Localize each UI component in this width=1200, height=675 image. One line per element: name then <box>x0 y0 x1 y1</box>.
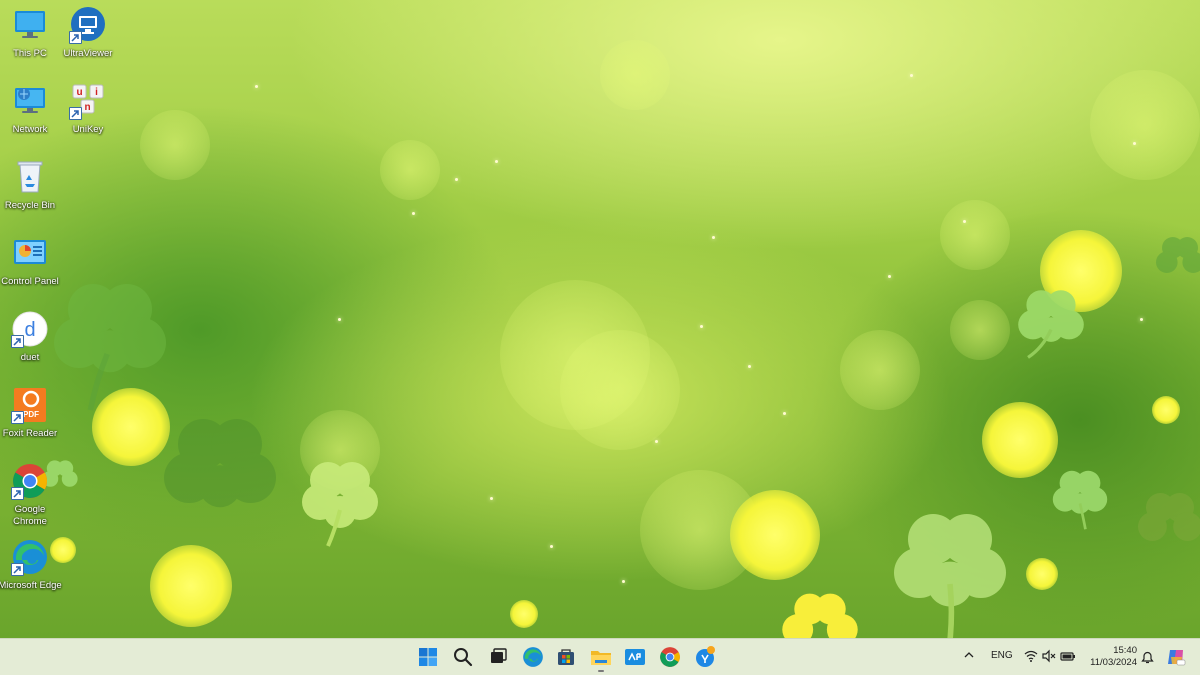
foxit-pdf-label: PDF <box>23 410 39 419</box>
task-view-icon <box>491 648 507 663</box>
microsoft-store-icon <box>558 649 574 665</box>
bell-icon <box>1141 651 1154 664</box>
desktop-icon-microsoft-edge[interactable]: Microsoft Edge <box>0 538 62 610</box>
clover-decoration <box>1018 290 1084 359</box>
desktop-icon-label: Recycle Bin <box>4 200 56 211</box>
unikey-letter-u: u <box>76 87 82 98</box>
volume-muted-icon <box>1042 649 1056 663</box>
shortcut-arrow-icon <box>11 411 24 424</box>
wifi-icon <box>1024 650 1038 662</box>
battery-button[interactable] <box>1060 649 1076 666</box>
show-hidden-icons-button[interactable] <box>963 649 975 664</box>
shortcut-arrow-icon <box>69 31 82 44</box>
taskbar-file-explorer-button[interactable] <box>588 644 614 670</box>
this-pc-icon <box>11 6 49 44</box>
chrome-icon <box>660 647 680 667</box>
clover-decoration <box>1138 493 1200 541</box>
duet-icon: d <box>11 310 49 348</box>
clover-decoration <box>302 462 378 547</box>
desktop-icon-recycle-bin[interactable]: Recycle Bin <box>0 158 60 230</box>
desktop-icon-unikey[interactable]: u i n UniKey <box>58 82 118 154</box>
search-button[interactable] <box>450 644 476 670</box>
clover-decoration <box>894 514 1006 638</box>
clover-decoration <box>1052 470 1108 530</box>
desktop-wallpaper: This PC UltraViewer Network u i n UniKey… <box>0 0 1200 638</box>
notifications-button[interactable] <box>1141 650 1154 667</box>
desktop-icon-label: Google Chrome <box>13 504 47 527</box>
taskbar: ENG 15:40 11/03/2024 <box>0 638 1200 675</box>
taskbar-chrome-button[interactable] <box>657 644 683 670</box>
start-icon <box>419 648 437 666</box>
desktop-icon-network[interactable]: Network <box>0 82 60 154</box>
taskbar-zalo-button[interactable] <box>692 644 718 670</box>
edge-icon <box>11 538 49 576</box>
taskbar-store-button[interactable] <box>553 644 579 670</box>
shortcut-arrow-icon <box>69 107 82 120</box>
desktop-icon-label: duet <box>20 352 40 363</box>
chrome-icon <box>11 462 49 500</box>
start-button[interactable] <box>415 644 441 670</box>
shortcut-arrow-icon <box>11 487 24 500</box>
network-icon <box>11 82 49 120</box>
ultraviewer-icon <box>69 6 107 44</box>
desktop-icon-ultraviewer[interactable]: UltraViewer <box>58 6 118 78</box>
foxit-reader-icon: PDF <box>11 386 49 424</box>
desktop-icon-this-pc[interactable]: This PC <box>0 6 60 78</box>
duet-letter: d <box>24 319 35 341</box>
recycle-bin-icon <box>11 158 49 196</box>
desktop-icon-control-panel[interactable]: Control Panel <box>0 234 60 306</box>
desktop-icon-label: This PC <box>13 48 47 59</box>
shortcut-arrow-icon <box>11 335 24 348</box>
myvnpt-icon <box>625 649 645 665</box>
desktop-icon-foxit-reader[interactable]: PDF Foxit Reader <box>0 386 60 458</box>
task-view-button[interactable] <box>485 644 511 670</box>
unikey-letter-i: i <box>95 87 98 98</box>
language-indicator[interactable]: ENG <box>991 650 1013 661</box>
unikey-icon: u i n <box>69 82 107 120</box>
desktop-icon-label: UltraViewer <box>63 48 113 59</box>
desktop-icon-label: Foxit Reader <box>2 428 58 439</box>
desktop-icon-google-chrome[interactable]: Google Chrome <box>0 462 60 534</box>
taskbar-myvnpt-button[interactable] <box>622 644 648 670</box>
desktop-icon-duet[interactable]: d duet <box>0 310 60 382</box>
wifi-button[interactable] <box>1024 649 1038 666</box>
search-icon <box>454 648 473 667</box>
chevron-up-icon <box>964 652 974 658</box>
volume-button[interactable] <box>1042 649 1056 666</box>
copilot-icon <box>1168 650 1186 666</box>
clover-decoration <box>1156 237 1200 273</box>
clock[interactable]: 15:40 11/03/2024 <box>1087 645 1137 669</box>
desktop-icon-label: Network <box>12 124 48 135</box>
battery-charging-icon <box>1060 652 1075 661</box>
taskbar-edge-button[interactable] <box>520 644 546 670</box>
zalo-icon <box>696 646 715 667</box>
file-explorer-icon <box>591 651 611 665</box>
unikey-letter-n: n <box>84 102 90 113</box>
clover-decoration <box>782 593 858 638</box>
desktop-icon-label: Microsoft Edge <box>0 580 62 591</box>
clock-time: 15:40 <box>1113 645 1137 656</box>
desktop-icon-label: UniKey <box>72 124 104 135</box>
shortcut-arrow-icon <box>11 563 24 576</box>
control-panel-icon <box>11 234 49 272</box>
clover-decoration <box>164 419 276 508</box>
edge-icon <box>523 647 543 667</box>
copilot-button[interactable] <box>1166 647 1186 670</box>
clock-date: 11/03/2024 <box>1090 657 1137 668</box>
running-indicator <box>598 670 604 672</box>
desktop-icon-label: Control Panel <box>1 276 59 287</box>
